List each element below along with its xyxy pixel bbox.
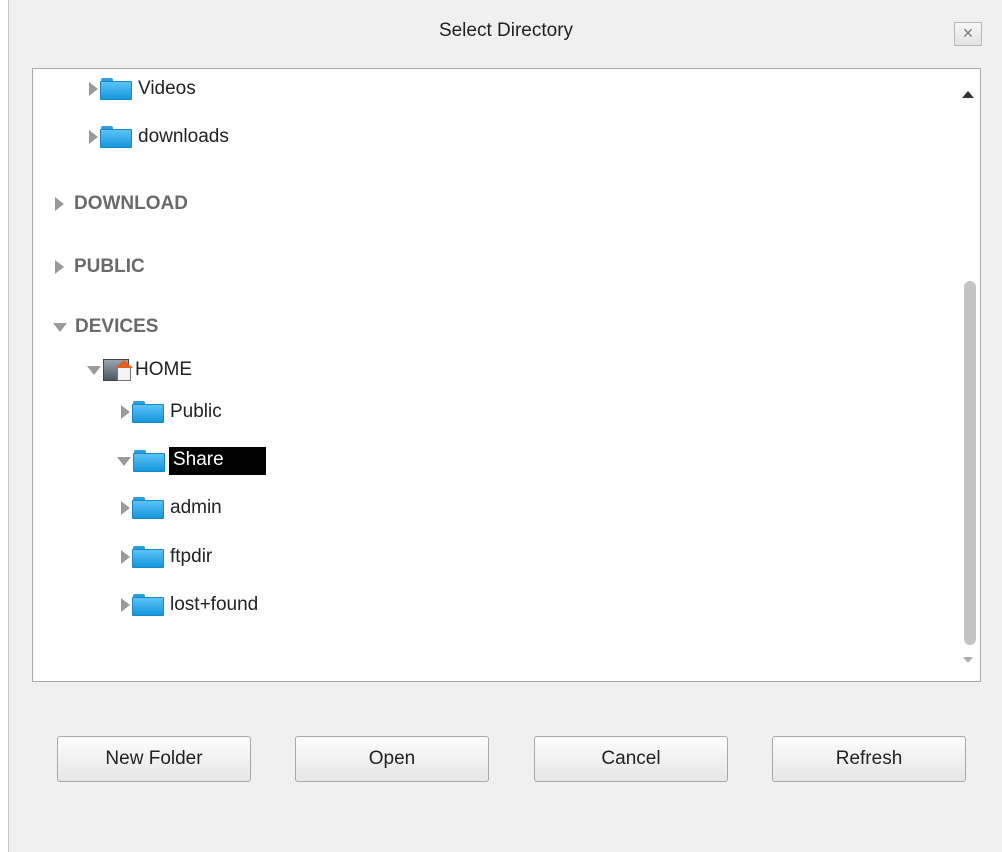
folder-icon: [132, 545, 164, 569]
expand-arrow-icon[interactable]: [121, 550, 130, 564]
tree-item-label: HOME: [135, 359, 192, 380]
expand-arrow-icon[interactable]: [55, 260, 64, 274]
tree-item-label: lost+found: [170, 594, 259, 615]
expand-arrow-icon[interactable]: [121, 501, 130, 515]
tree-item-public[interactable]: Public: [121, 396, 222, 428]
select-directory-dialog: Select Directory × Videos downloads DOWN…: [8, 0, 1002, 852]
refresh-button[interactable]: Refresh: [772, 736, 966, 782]
tree-item-lost-found[interactable]: lost+found: [121, 589, 258, 621]
section-label: DEVICES: [75, 316, 159, 337]
expand-arrow-icon[interactable]: [121, 405, 130, 419]
section-download[interactable]: DOWNLOAD: [55, 188, 188, 220]
close-button[interactable]: ×: [954, 22, 982, 46]
scroll-up-arrow-icon[interactable]: [962, 91, 974, 98]
cancel-button[interactable]: Cancel: [534, 736, 728, 782]
expand-arrow-icon[interactable]: [55, 197, 64, 211]
folder-icon: [133, 449, 165, 473]
tree-item-label: Public: [170, 401, 222, 422]
section-public[interactable]: PUBLIC: [55, 251, 145, 283]
directory-tree[interactable]: Videos downloads DOWNLOAD PUBLIC DEVICES…: [32, 68, 981, 682]
scrollbar-thumb[interactable]: [964, 281, 976, 645]
section-label: DOWNLOAD: [74, 193, 188, 214]
dialog-title: Select Directory: [438, 20, 574, 41]
tree-item-label: ftpdir: [170, 546, 213, 567]
tree-item-label: admin: [170, 497, 222, 518]
tree-item-label-selected: Share: [169, 447, 266, 475]
tree-item-downloads[interactable]: downloads: [89, 121, 229, 153]
folder-icon: [100, 125, 132, 149]
tree-item-share[interactable]: Share: [117, 445, 266, 477]
title-bar: Select Directory ×: [9, 0, 1002, 66]
section-devices[interactable]: DEVICES: [53, 311, 158, 343]
tree-item-label: Videos: [138, 78, 196, 99]
collapse-arrow-icon[interactable]: [53, 322, 67, 332]
tree-item-home[interactable]: HOME: [87, 354, 192, 386]
folder-icon: [100, 77, 132, 101]
vertical-scrollbar[interactable]: [957, 69, 980, 681]
tree-item-ftpdir[interactable]: ftpdir: [121, 541, 212, 573]
tree-item-videos[interactable]: Videos: [89, 73, 196, 105]
expand-arrow-icon[interactable]: [89, 130, 98, 144]
folder-icon: [132, 400, 164, 424]
folder-icon: [132, 593, 164, 617]
collapse-arrow-icon[interactable]: [117, 456, 131, 466]
expand-arrow-icon[interactable]: [121, 598, 130, 612]
folder-icon: [132, 496, 164, 520]
new-folder-button[interactable]: New Folder: [57, 736, 251, 782]
tree-item-label: downloads: [138, 126, 229, 147]
scroll-down-arrow-icon[interactable]: [963, 657, 973, 663]
open-button[interactable]: Open: [295, 736, 489, 782]
section-label: PUBLIC: [74, 256, 145, 277]
home-device-icon: [103, 357, 135, 383]
collapse-arrow-icon[interactable]: [87, 365, 101, 375]
tree-item-admin[interactable]: admin: [121, 492, 222, 524]
expand-arrow-icon[interactable]: [89, 82, 98, 96]
